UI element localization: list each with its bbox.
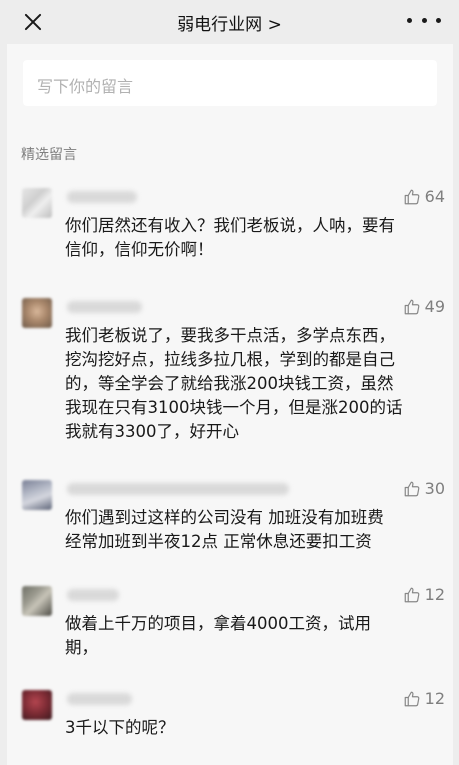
thumbs-up-icon — [404, 587, 420, 602]
thumbs-up-icon — [404, 299, 420, 314]
like-button[interactable]: 12 — [403, 689, 445, 708]
commenter-name — [67, 693, 132, 705]
like-count: 12 — [424, 585, 445, 604]
like-button[interactable]: 12 — [403, 585, 445, 604]
more-options-icon[interactable] — [407, 8, 441, 32]
commenter-name — [67, 191, 137, 203]
comment-text: 做着上千万的项目，拿着4000工资，试用 期， — [65, 614, 371, 657]
like-count: 64 — [424, 187, 445, 206]
like-count: 49 — [424, 297, 445, 316]
avatar[interactable] — [22, 480, 52, 510]
avatar[interactable] — [22, 298, 52, 328]
commenter-name — [67, 589, 119, 601]
write-comment-input[interactable]: 写下你的留言 — [23, 60, 437, 106]
page-title[interactable]: 弱电行业网 > — [0, 10, 459, 35]
avatar[interactable] — [22, 690, 52, 720]
thumbs-up-icon — [404, 189, 420, 204]
comment-text: 你们居然还有收入？我们老板说，人呐，要有 信仰，信仰无价啊！ — [65, 216, 395, 259]
comment-text: 你们遇到过这样的公司没有 加班没有加班费 经常加班到半夜12点 正常休息还要扣工… — [65, 508, 384, 551]
like-button[interactable]: 30 — [403, 479, 445, 498]
like-count: 30 — [424, 479, 445, 498]
thumbs-up-icon — [404, 691, 420, 706]
commenter-name — [67, 301, 142, 313]
top-bar: 弱电行业网 > — [0, 0, 459, 44]
comment-text: 3千以下的呢？ — [65, 718, 175, 737]
like-button[interactable]: 49 — [403, 297, 445, 316]
avatar[interactable] — [22, 586, 52, 616]
like-button[interactable]: 64 — [403, 187, 445, 206]
write-comment-placeholder: 写下你的留言 — [37, 77, 134, 96]
thumbs-up-icon — [404, 481, 420, 496]
avatar[interactable] — [22, 188, 52, 218]
comments-panel: 写下你的留言 精选留言 64 你们居然还有收入？我们老板说，人呐，要有 信仰，信… — [7, 44, 453, 765]
like-count: 12 — [424, 689, 445, 708]
comment-text: 我们老板说了，要我多干点活，多学点东西， 挖沟挖好点，拉线多拉几根，学到的都是自… — [65, 326, 403, 441]
commenter-name — [67, 483, 289, 495]
featured-comments-label: 精选留言 — [21, 147, 77, 163]
